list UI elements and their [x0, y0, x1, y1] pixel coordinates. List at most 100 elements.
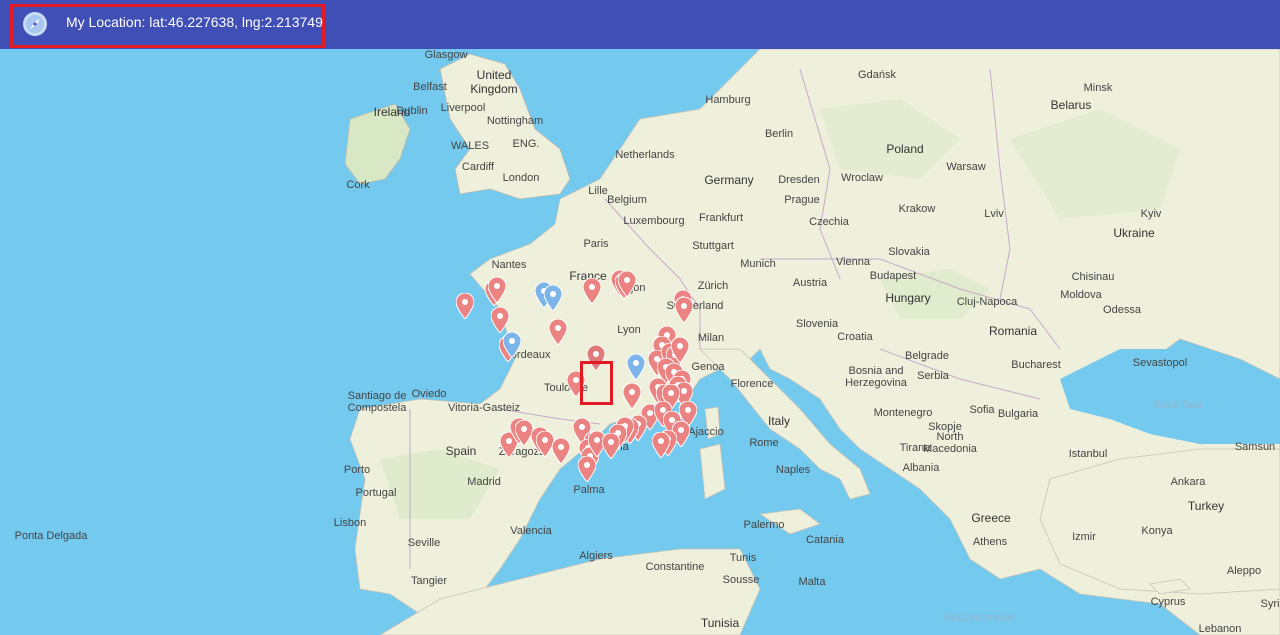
label-budapest: Budapest	[869, 270, 917, 282]
label-bulgaria: Bulgaria	[997, 408, 1039, 420]
label-eng: ENG.	[512, 138, 540, 150]
label-sousse: Sousse	[722, 574, 760, 586]
label-turkey: Turkey	[1187, 499, 1225, 513]
label-dresden: Dresden	[778, 174, 820, 186]
label-bucharest: Bucharest	[1011, 359, 1061, 371]
marker-red-icon[interactable]	[675, 297, 693, 323]
marker-red-icon[interactable]	[549, 319, 567, 345]
label-milan: Milan	[697, 332, 725, 344]
label-ajaccio: Ajaccio	[688, 426, 724, 438]
label-lille: Lille	[588, 185, 608, 197]
label-tirana: Tirana	[899, 442, 931, 454]
label-stuttgart: Stuttgart	[692, 240, 734, 252]
label-tunis: Tunis	[729, 552, 757, 564]
label-ukraine: Ukraine	[1113, 226, 1155, 240]
label-hamburg: Hamburg	[705, 94, 751, 106]
label-florence: Florence	[730, 378, 774, 390]
label-serbia: Serbia	[917, 370, 949, 382]
label-belfast: Belfast	[413, 81, 447, 93]
compass-icon[interactable]	[22, 11, 48, 37]
label-poland: Poland	[886, 142, 924, 156]
selected-marker-highlight-box	[580, 361, 613, 405]
marker-red-icon[interactable]	[623, 383, 641, 409]
label-luxembourg: Luxembourg	[623, 215, 685, 227]
marker-blue-icon[interactable]	[544, 285, 562, 311]
marker-red-icon[interactable]	[488, 277, 506, 303]
label-tunisia: Tunisia	[700, 616, 740, 630]
label-netherlands: Netherlands	[615, 149, 675, 161]
label-syria: Syri	[1260, 598, 1280, 610]
label-santiago: Santiago de Compostela	[347, 390, 407, 414]
label-istanbul: Istanbul	[1068, 448, 1108, 460]
marker-red-icon[interactable]	[602, 433, 620, 459]
label-slovakia: Slovakia	[888, 246, 930, 258]
label-kyiv: Kyiv	[1140, 208, 1162, 220]
label-sofia: Sofia	[969, 404, 995, 416]
label-germany: Germany	[704, 173, 754, 187]
map-base	[0, 49, 1280, 635]
label-seville: Seville	[407, 537, 441, 549]
label-malta: Malta	[798, 576, 826, 588]
label-genoa: Genoa	[691, 361, 725, 373]
label-lviv: Lviv	[984, 208, 1004, 220]
label-lisbon: Lisbon	[333, 517, 367, 529]
top-app-bar: My Location: lat:46.227638, lng:2.213749	[0, 0, 1280, 49]
label-zurich: Zürich	[697, 280, 729, 292]
label-athens: Athens	[972, 536, 1008, 548]
label-berlin: Berlin	[764, 128, 794, 140]
label-algiers: Algiers	[579, 550, 613, 562]
label-czechia: Czechia	[809, 216, 849, 228]
label-lyon: Lyon	[617, 324, 641, 336]
label-ankara: Ankara	[1170, 476, 1206, 488]
label-porto: Porto	[343, 464, 371, 476]
label-prague: Prague	[784, 194, 820, 206]
label-cork: Cork	[346, 179, 370, 191]
label-samsun: Samsun	[1234, 441, 1276, 453]
label-greece: Greece	[971, 511, 1011, 525]
label-madrid: Madrid	[467, 476, 501, 488]
label-wales: WALES	[450, 140, 490, 152]
label-constantine: Constantine	[645, 561, 705, 573]
label-vienna: Vienna	[835, 256, 871, 268]
label-sevastopol: Sevastopol	[1132, 357, 1188, 369]
label-vitoria: Vitoria-Gasteiz	[448, 402, 520, 414]
label-paris: Paris	[583, 238, 609, 250]
marker-red-icon[interactable]	[618, 271, 636, 297]
label-montenegro: Montenegro	[873, 407, 933, 419]
label-spain: Spain	[445, 444, 477, 458]
label-nantes: Nantes	[491, 259, 527, 271]
label-warsaw: Warsaw	[946, 161, 986, 173]
marker-blue-icon[interactable]	[627, 354, 645, 380]
marker-red-icon[interactable]	[491, 307, 509, 333]
marker-red-icon[interactable]	[583, 278, 601, 304]
label-glasgow: Glasgow	[424, 49, 468, 61]
marker-red-icon[interactable]	[552, 438, 570, 464]
my-location-text: My Location: lat:46.227638, lng:2.213749	[66, 14, 323, 30]
label-naples: Naples	[775, 464, 811, 476]
label-north-macedonia: North Macedonia	[923, 431, 977, 455]
label-izmir: Izmir	[1072, 531, 1096, 543]
label-belgrade: Belgrade	[904, 350, 950, 362]
map-canvas[interactable]: United Kingdom Ireland France Germany Poland…	[0, 49, 1280, 635]
label-dublin: Dublin	[396, 105, 428, 117]
label-rome: Rome	[749, 437, 779, 449]
marker-blue-icon[interactable]	[503, 332, 521, 358]
label-valencia: Valencia	[510, 525, 552, 537]
label-liverpool: Liverpool	[440, 102, 486, 114]
label-palermo: Palermo	[743, 519, 785, 531]
label-moldova: Moldova	[1060, 289, 1102, 301]
marker-red-icon[interactable]	[456, 293, 474, 319]
label-wroclaw: Wroclaw	[841, 172, 883, 184]
label-munich: Munich	[740, 258, 776, 270]
label-konya: Konya	[1141, 525, 1173, 537]
label-tangier: Tangier	[410, 575, 448, 587]
label-romania: Romania	[988, 324, 1038, 338]
label-chisinau: Chisinau	[1071, 271, 1115, 283]
label-ponta-delgada: Ponta Delgada	[14, 530, 88, 542]
label-odessa: Odessa	[1103, 304, 1141, 316]
label-bosnia: Bosnia and Herzegovina	[845, 365, 907, 389]
marker-red-icon[interactable]	[578, 456, 596, 482]
label-aleppo: Aleppo	[1226, 565, 1262, 577]
label-cluj: Cluj-Napoca	[956, 296, 1018, 308]
marker-red-icon[interactable]	[652, 432, 670, 458]
